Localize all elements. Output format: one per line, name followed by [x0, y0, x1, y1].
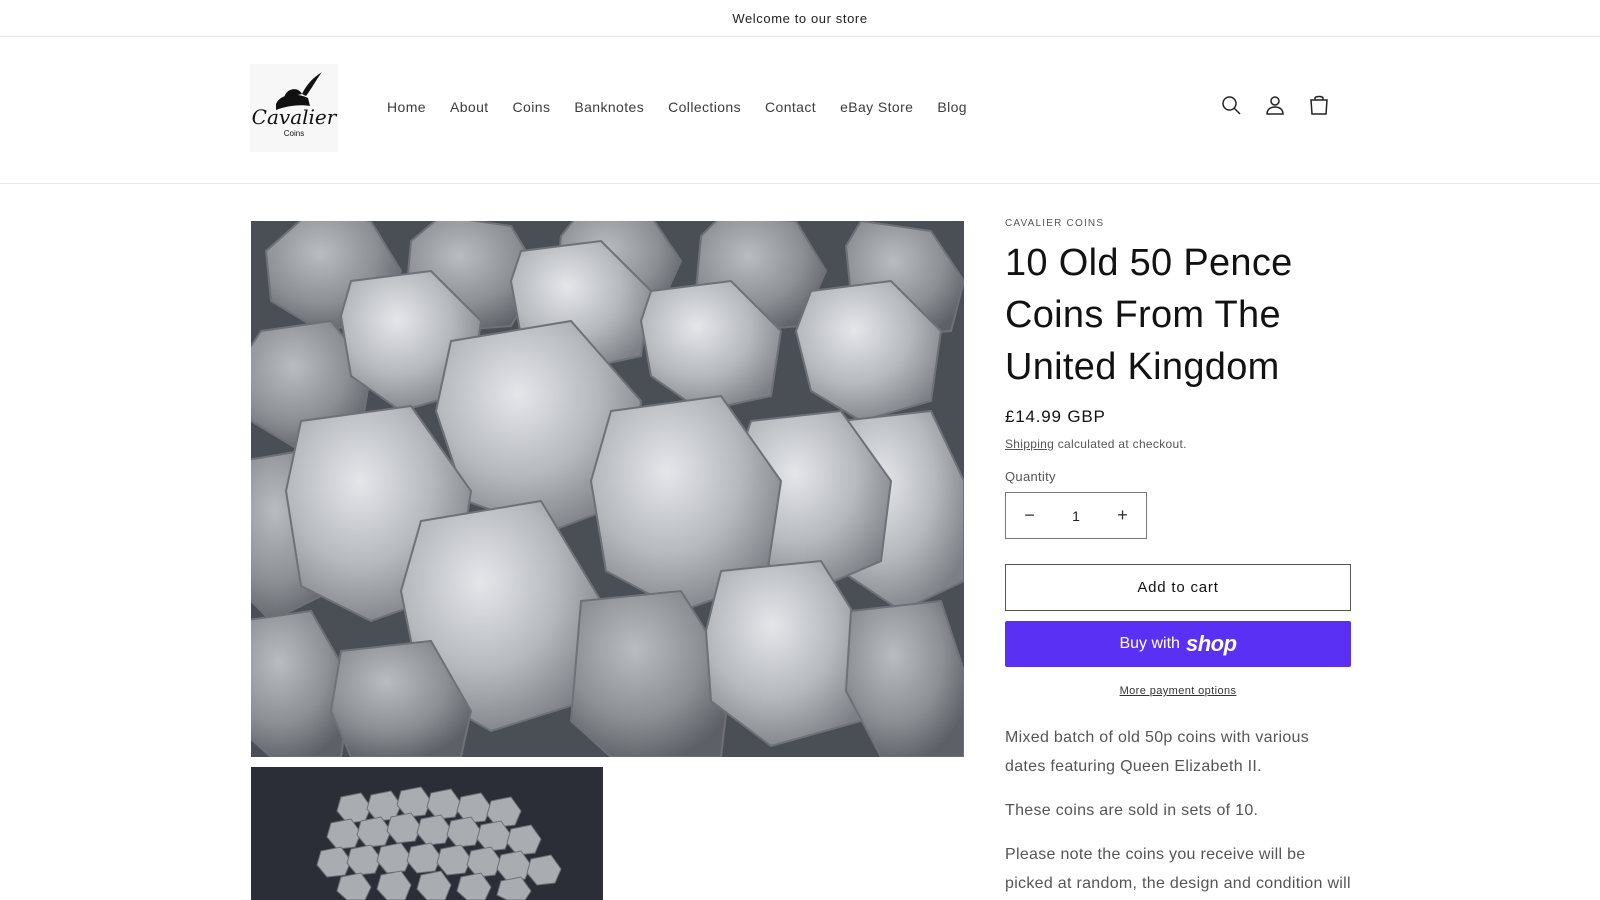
- store-logo[interactable]: Cavalier Coins: [250, 64, 338, 152]
- nav-contact[interactable]: Contact: [753, 97, 828, 117]
- cart-icon[interactable]: [1308, 93, 1330, 117]
- nav-collections[interactable]: Collections: [656, 97, 753, 117]
- increase-quantity-button[interactable]: +: [1099, 493, 1146, 538]
- main-nav: Home About Coins Banknotes Collections C…: [375, 97, 979, 117]
- account-icon[interactable]: [1264, 93, 1286, 117]
- nav-coins[interactable]: Coins: [501, 97, 563, 117]
- quantity-stepper: − +: [1005, 492, 1147, 539]
- announcement-text: Welcome to our store: [732, 10, 868, 26]
- logo-sub: Coins: [284, 129, 304, 138]
- product-image-thumbnail[interactable]: [251, 767, 603, 900]
- more-payment-options-link[interactable]: More payment options: [1005, 685, 1351, 697]
- product-info: CAVALIER COINS 10 Old 50 Pence Coins Fro…: [1005, 218, 1351, 900]
- site-header: Cavalier Coins Home About Coins Banknote…: [0, 37, 1600, 184]
- description-paragraph: Please note the coins you receive will b…: [1005, 846, 1351, 892]
- nav-about[interactable]: About: [438, 97, 501, 117]
- nav-banknotes[interactable]: Banknotes: [562, 97, 656, 117]
- search-icon[interactable]: [1220, 93, 1242, 117]
- announcement-bar: Welcome to our store: [0, 0, 1600, 37]
- shipping-link[interactable]: Shipping: [1005, 437, 1054, 451]
- product-price: £14.99 GBP: [1005, 407, 1106, 426]
- buy-with-shop-button[interactable]: Buy with shop: [1005, 621, 1351, 667]
- quantity-label: Quantity: [1005, 469, 1056, 484]
- header-icons: [1220, 93, 1330, 117]
- description-paragraph: These coins are sold in sets of 10.: [1005, 802, 1259, 819]
- product-vendor: CAVALIER COINS: [1005, 218, 1105, 229]
- shop-pay-logo: shop: [1185, 631, 1237, 656]
- logo-script: Cavalier: [252, 105, 338, 129]
- buy-with-label: Buy with: [1119, 635, 1180, 652]
- decrease-quantity-button[interactable]: −: [1006, 493, 1053, 538]
- product-title: 10 Old 50 Pence Coins From The United Ki…: [1005, 242, 1293, 388]
- quantity-input[interactable]: [1053, 493, 1099, 538]
- description-paragraph: Mixed batch of old 50p coins with variou…: [1005, 729, 1310, 775]
- shipping-suffix: calculated at checkout.: [1054, 437, 1187, 451]
- shipping-note: Shipping calculated at checkout.: [1005, 437, 1351, 451]
- nav-home[interactable]: Home: [375, 97, 438, 117]
- product-image-main[interactable]: [251, 221, 964, 757]
- add-to-cart-button[interactable]: Add to cart: [1005, 564, 1351, 611]
- nav-ebay-store[interactable]: eBay Store: [828, 97, 925, 117]
- nav-blog[interactable]: Blog: [925, 97, 979, 117]
- product-description: Mixed batch of old 50p coins with variou…: [1005, 723, 1351, 900]
